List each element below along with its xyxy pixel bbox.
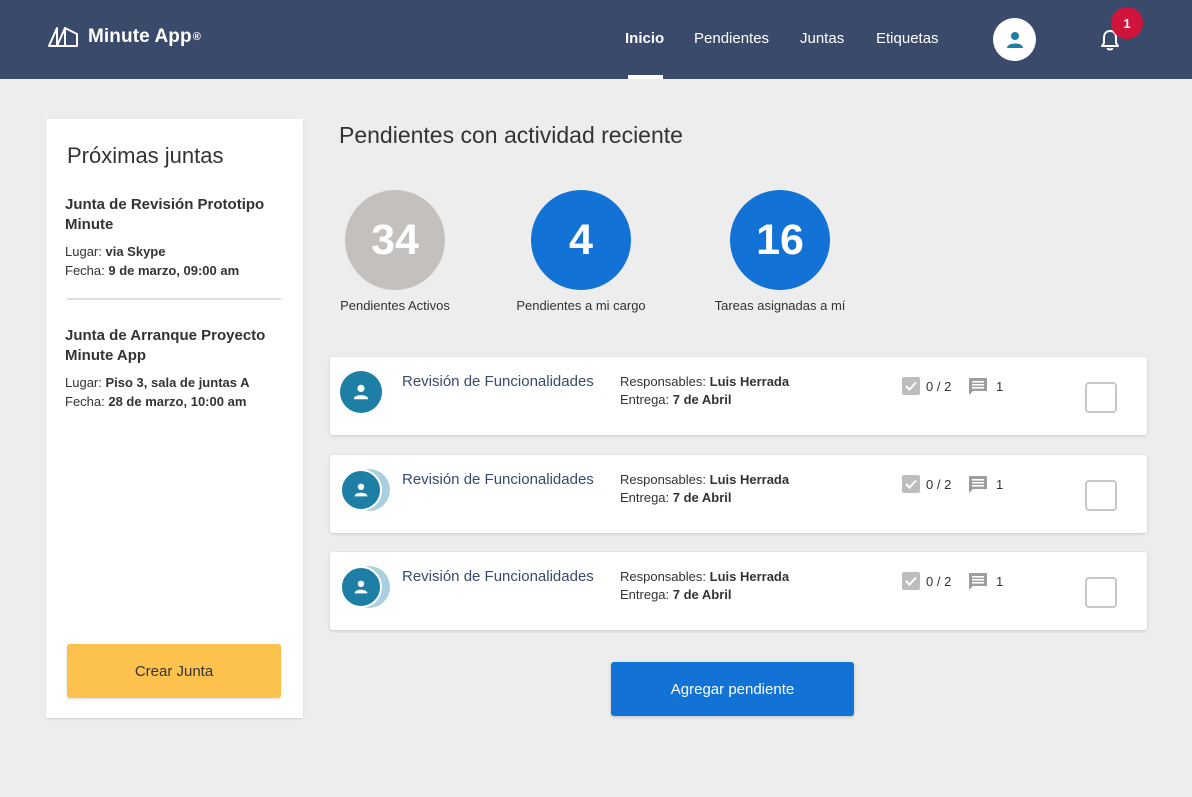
assignee-avatars [340, 469, 390, 511]
meeting-title: Junta de Revisión Prototipo Minute [65, 196, 265, 233]
comment-icon [969, 476, 987, 493]
checklist-icon [902, 572, 920, 590]
sidebar-title: Próximas juntas [67, 143, 224, 168]
task-complete-checkbox[interactable] [1085, 480, 1117, 511]
brand-name: Minute App [88, 26, 192, 47]
task-card[interactable]: Revisión de Funcionalidades Responsables… [330, 357, 1147, 435]
notification-badge[interactable]: 1 [1111, 7, 1143, 39]
checklist-count: 0 / 2 [926, 476, 952, 492]
user-icon [353, 384, 369, 400]
task-details: Responsables: Luis Herrada Entrega: 7 de… [620, 373, 789, 409]
meeting-place: Lugar: Piso 3, sala de juntas A [65, 375, 250, 390]
meeting-place: Lugar: via Skype [65, 244, 166, 259]
task-responsible: Responsables: Luis Herrada [620, 569, 790, 584]
comment-count: 1 [968, 572, 1003, 591]
task-responsible: Responsables: Luis Herrada [620, 472, 790, 487]
task-due-date: Entrega: 7 de Abril [620, 587, 732, 602]
active-nav-indicator [628, 75, 663, 79]
comment-icon [969, 378, 987, 395]
upcoming-meetings-panel: Próximas juntas Junta de Revisión Protot… [46, 119, 303, 718]
user-avatar-button[interactable] [993, 18, 1036, 61]
stat-active-tasks[interactable]: 34 Pendientes Activos [305, 190, 485, 313]
nav-item-juntas[interactable]: Juntas [800, 30, 844, 47]
meeting-item[interactable]: Junta de Arranque Proyecto Minute App Lu… [65, 326, 285, 411]
add-task-button[interactable]: Agregar pendiente [611, 662, 854, 716]
comment-number: 1 [996, 379, 1004, 394]
stat-circle: 4 [531, 190, 631, 290]
task-details: Responsables: Luis Herrada Entrega: 7 de… [620, 471, 789, 507]
task-card[interactable]: Revisión de Funcionalidades Responsables… [330, 455, 1147, 533]
minute-app-logo-icon [48, 27, 78, 47]
checklist-count: 0 / 2 [926, 378, 952, 394]
brand[interactable]: Minute App ® [48, 25, 201, 49]
task-responsible: Responsables: Luis Herrada [620, 374, 790, 389]
checklist-icon [902, 475, 920, 493]
checklist-count: 0 / 2 [926, 573, 952, 589]
comment-number: 1 [996, 574, 1004, 589]
stat-label: Pendientes a mi cargo [516, 298, 646, 313]
stat-label: Pendientes Activos [340, 298, 450, 313]
checklist-progress: 0 / 2 [902, 377, 951, 395]
create-meeting-button[interactable]: Crear Junta [67, 644, 281, 698]
nav-item-pendientes[interactable]: Pendientes [694, 30, 769, 47]
stat-circle: 34 [345, 190, 445, 290]
nav-item-inicio[interactable]: Inicio [625, 30, 664, 47]
user-icon [1006, 31, 1023, 48]
stat-circle: 16 [730, 190, 830, 290]
task-complete-checkbox[interactable] [1085, 577, 1117, 608]
comment-count: 1 [968, 475, 1003, 494]
user-icon [354, 483, 368, 497]
task-card[interactable]: Revisión de Funcionalidades Responsables… [330, 552, 1147, 630]
meeting-date: Fecha: 28 de marzo, 10:00 am [65, 394, 247, 409]
assignee-avatars [340, 371, 390, 413]
comment-count: 1 [968, 377, 1003, 396]
registered-mark: ® [192, 31, 201, 43]
page-title: Pendientes con actividad reciente [339, 122, 683, 148]
task-name[interactable]: Revisión de Funcionalidades [402, 471, 594, 488]
avatar [340, 469, 382, 511]
avatar [340, 371, 382, 413]
meeting-title: Junta de Arranque Proyecto Minute App [65, 327, 266, 364]
comment-number: 1 [996, 477, 1004, 492]
task-details: Responsables: Luis Herrada Entrega: 7 de… [620, 568, 789, 604]
stat-label: Tareas asignadas a mí [714, 298, 846, 313]
checklist-progress: 0 / 2 [902, 475, 951, 493]
user-icon [354, 580, 368, 594]
task-due-date: Entrega: 7 de Abril [620, 490, 732, 505]
assignee-avatars [340, 566, 390, 608]
top-navigation-bar: Minute App ® Inicio Pendientes Juntas Eti… [0, 0, 1192, 79]
nav-item-etiquetas[interactable]: Etiquetas [876, 30, 939, 47]
meeting-item[interactable]: Junta de Revisión Prototipo Minute Lugar… [65, 195, 285, 280]
stat-assigned-tasks[interactable]: 16 Tareas asignadas a mí [690, 190, 870, 313]
stat-my-tasks[interactable]: 4 Pendientes a mi cargo [491, 190, 671, 313]
checklist-icon [902, 377, 920, 395]
task-name[interactable]: Revisión de Funcionalidades [402, 568, 594, 585]
task-complete-checkbox[interactable] [1085, 382, 1117, 413]
task-name[interactable]: Revisión de Funcionalidades [402, 373, 594, 390]
divider [67, 298, 281, 300]
checklist-progress: 0 / 2 [902, 572, 951, 590]
meeting-date: Fecha: 9 de marzo, 09:00 am [65, 263, 240, 278]
comment-icon [969, 573, 987, 590]
avatar [340, 566, 382, 608]
task-due-date: Entrega: 7 de Abril [620, 392, 732, 407]
